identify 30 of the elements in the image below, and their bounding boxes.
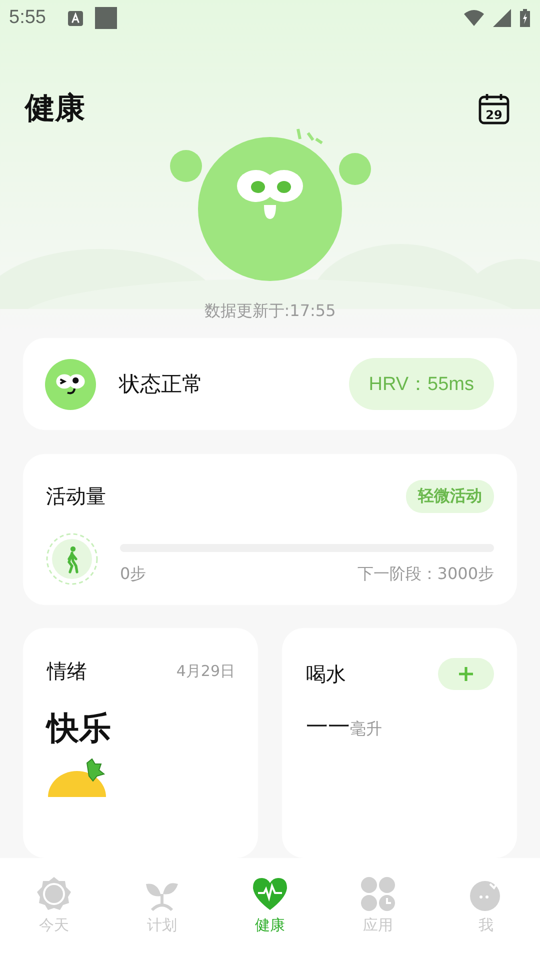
walking-person-icon xyxy=(46,533,98,585)
wink-face-icon xyxy=(45,358,96,410)
fruit-drawing xyxy=(47,757,107,797)
heart-pulse-icon xyxy=(252,876,288,912)
status-label: 状态正常 xyxy=(119,371,203,398)
steps-count: 0步 xyxy=(120,564,146,585)
activity-title: 活动量 xyxy=(46,483,106,510)
add-water-button[interactable] xyxy=(438,658,494,690)
nav-tab[interactable]: 健康 xyxy=(216,858,324,960)
activity-level-badge: 轻微活动 xyxy=(406,480,494,513)
notification-icon xyxy=(94,7,117,29)
calendar-icon[interactable]: 29 xyxy=(478,92,510,124)
mood-title: 情绪 xyxy=(47,658,87,685)
mood-date: 4月29日 xyxy=(176,662,235,681)
keyboard-notification-icon xyxy=(68,10,83,26)
status-time: 5:55 xyxy=(9,7,46,29)
hrv-badge: HRV：55ms xyxy=(348,358,494,410)
water-title: 喝水 xyxy=(306,660,346,688)
next-stage-text: 下一阶段：3000步 xyxy=(357,564,494,585)
mood-value: 快乐 xyxy=(47,708,112,749)
sun-icon xyxy=(36,876,72,912)
wifi-icon xyxy=(464,9,484,27)
water-unit: 毫升 xyxy=(350,719,382,740)
apps-grid-icon xyxy=(360,876,396,912)
battery-charging-icon xyxy=(520,9,530,27)
page-title: 健康 xyxy=(25,90,85,128)
water-amount: 一一 xyxy=(306,714,350,742)
signal-icon xyxy=(492,9,512,27)
plus-icon xyxy=(458,666,474,682)
update-time-text: 数据更新于:17:55 xyxy=(203,301,337,322)
